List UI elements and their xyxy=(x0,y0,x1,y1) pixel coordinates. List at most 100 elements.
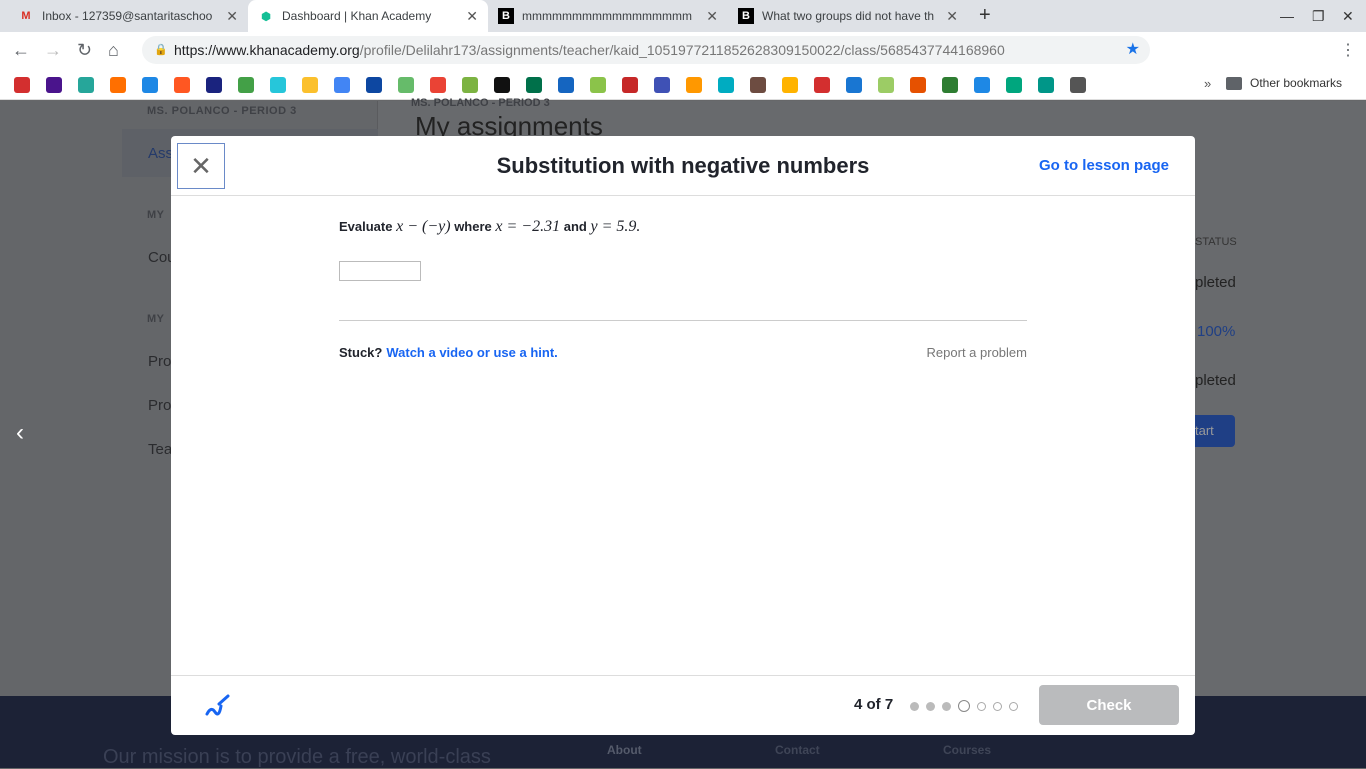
close-tab-icon[interactable]: ✕ xyxy=(946,8,958,25)
folder-icon xyxy=(1226,77,1242,90)
restore-icon[interactable]: ❐ xyxy=(1312,8,1325,25)
bookmark-icon[interactable] xyxy=(398,77,414,93)
bookmark-icon[interactable] xyxy=(750,77,766,93)
progress-dot xyxy=(910,701,919,711)
status-cell: 100% xyxy=(1197,323,1236,340)
address-bar[interactable]: 🔒 https://www.khanacademy.org/profile/Del… xyxy=(142,36,1150,64)
report-problem-link[interactable]: Report a problem xyxy=(927,345,1027,360)
bookmark-icon[interactable] xyxy=(302,77,318,93)
hint-link[interactable]: Watch a video or use a hint. xyxy=(386,345,557,360)
sidebar-item[interactable]: Tea xyxy=(148,441,172,458)
bookmark-icon[interactable] xyxy=(526,77,542,93)
sidebar-item-assignments[interactable]: Ass xyxy=(148,145,173,162)
bookmark-icon[interactable] xyxy=(142,77,158,93)
bookmark-icon[interactable] xyxy=(270,77,286,93)
progress-dot xyxy=(977,701,986,711)
bookmark-icon[interactable] xyxy=(14,77,30,93)
stuck-section: Stuck? Watch a video or use a hint. xyxy=(339,345,558,360)
class-label: MS. POLANCO - PERIOD 3 xyxy=(411,97,550,109)
q-text: and xyxy=(563,219,587,234)
bookmark-icon[interactable] xyxy=(1070,77,1086,93)
footer-link-courses[interactable]: Courses xyxy=(943,743,991,757)
bookmark-icon[interactable] xyxy=(430,77,446,93)
check-button[interactable]: Check xyxy=(1039,685,1179,725)
bookmark-icon[interactable] xyxy=(910,77,926,93)
exercise-modal: ✕ Substitution with negative numbers Go … xyxy=(171,136,1195,735)
close-window-icon[interactable]: ✕ xyxy=(1342,8,1354,25)
go-to-lesson-link[interactable]: Go to lesson page xyxy=(1039,157,1169,174)
minimize-icon[interactable]: — xyxy=(1280,8,1294,24)
bookmark-icon[interactable] xyxy=(846,77,862,93)
bookmark-icon[interactable] xyxy=(814,77,830,93)
tab-strip: M Inbox - 127359@santaritaschoo ✕ ⬢ Dashboa… xyxy=(0,0,1366,32)
status-header: STATUS xyxy=(1195,236,1237,248)
brainly-icon: B xyxy=(738,8,754,24)
forward-icon[interactable]: → xyxy=(44,40,62,61)
sidebar-heading: MY xyxy=(147,209,165,221)
home-icon[interactable]: ⌂ xyxy=(108,40,119,61)
progress-dots xyxy=(910,700,1018,712)
bookmark-icon[interactable] xyxy=(878,77,894,93)
tab-gmail[interactable]: M Inbox - 127359@santaritaschoo ✕ xyxy=(8,0,248,32)
modal-footer: 4 of 7 Check xyxy=(171,675,1195,735)
bookmark-icon[interactable] xyxy=(462,77,478,93)
start-button[interactable]: tart xyxy=(1195,415,1235,447)
bookmark-icon[interactable] xyxy=(1006,77,1022,93)
scratchpad-icon[interactable] xyxy=(203,692,231,720)
status-cell: pleted xyxy=(1195,274,1236,291)
bookmarks-bar: » Other bookmarks xyxy=(0,68,1366,100)
bookmark-icon[interactable] xyxy=(622,77,638,93)
browser-toolbar: ← → ↻ ⌂ 🔒 https://www.khanacademy.org/pro… xyxy=(0,32,1366,68)
progress-dot xyxy=(958,700,970,712)
sidebar-item[interactable]: Pro xyxy=(148,353,171,370)
progress-dot xyxy=(942,701,951,711)
bookmark-icon[interactable] xyxy=(78,77,94,93)
bookmark-icon[interactable] xyxy=(686,77,702,93)
bookmark-icon[interactable] xyxy=(718,77,734,93)
class-label: MS. POLANCO - PERIOD 3 xyxy=(147,105,297,117)
more-bookmarks-icon[interactable]: » xyxy=(1204,76,1211,91)
footer-link-contact[interactable]: Contact xyxy=(775,743,820,757)
bookmark-icon[interactable] xyxy=(174,77,190,93)
bookmark-icon[interactable] xyxy=(334,77,350,93)
khan-academy-icon: ⬢ xyxy=(261,10,271,23)
tab-khan-dashboard[interactable]: ⬢ Dashboard | Khan Academy ✕ xyxy=(248,0,488,32)
bookmark-icon[interactable] xyxy=(1038,77,1054,93)
status-cell: pleted xyxy=(1195,372,1236,389)
close-tab-icon[interactable]: ✕ xyxy=(226,8,238,25)
sidebar-item[interactable]: Pro xyxy=(148,397,171,414)
q-expression: x − (−y) xyxy=(396,218,451,235)
menu-icon[interactable]: ⋮ xyxy=(1340,40,1356,60)
bookmark-icon[interactable] xyxy=(654,77,670,93)
tab-brainly-1[interactable]: Bmmmmmmmmmmmmmmmmm ✕ xyxy=(488,0,728,32)
close-tab-icon[interactable]: ✕ xyxy=(706,8,718,25)
close-tab-icon[interactable]: ✕ xyxy=(466,8,478,25)
footer-link-about[interactable]: About xyxy=(607,743,642,757)
bookmark-star-icon[interactable]: ★ xyxy=(1126,36,1140,64)
chevron-left-icon[interactable]: ‹ xyxy=(16,419,24,447)
bookmark-icon[interactable] xyxy=(238,77,254,93)
modal-header: ✕ Substitution with negative numbers Go … xyxy=(171,136,1195,196)
bookmark-icon[interactable] xyxy=(110,77,126,93)
q-text: where xyxy=(454,219,492,234)
bookmark-icon[interactable] xyxy=(494,77,510,93)
stuck-label: Stuck? xyxy=(339,345,383,360)
bookmark-icon[interactable] xyxy=(558,77,574,93)
sidebar-heading: MY xyxy=(147,313,165,325)
q-x-value: x = −2.31 xyxy=(495,218,561,235)
tab-brainly-2[interactable]: B What two groups did not have th ✕ xyxy=(728,0,968,32)
answer-input[interactable] xyxy=(339,261,421,281)
lock-icon: 🔒 xyxy=(154,44,168,56)
bookmark-icon[interactable] xyxy=(206,77,222,93)
reload-icon[interactable]: ↻ xyxy=(77,40,92,61)
back-icon[interactable]: ← xyxy=(12,40,30,61)
new-tab-icon[interactable]: + xyxy=(979,4,991,27)
bookmark-icon[interactable] xyxy=(46,77,62,93)
bookmark-icon[interactable] xyxy=(590,77,606,93)
bookmark-icon[interactable] xyxy=(942,77,958,93)
progress-dot xyxy=(1009,701,1018,711)
bookmark-icon[interactable] xyxy=(974,77,990,93)
other-bookmarks[interactable]: Other bookmarks xyxy=(1250,76,1342,90)
bookmark-icon[interactable] xyxy=(366,77,382,93)
bookmark-icon[interactable] xyxy=(782,77,798,93)
